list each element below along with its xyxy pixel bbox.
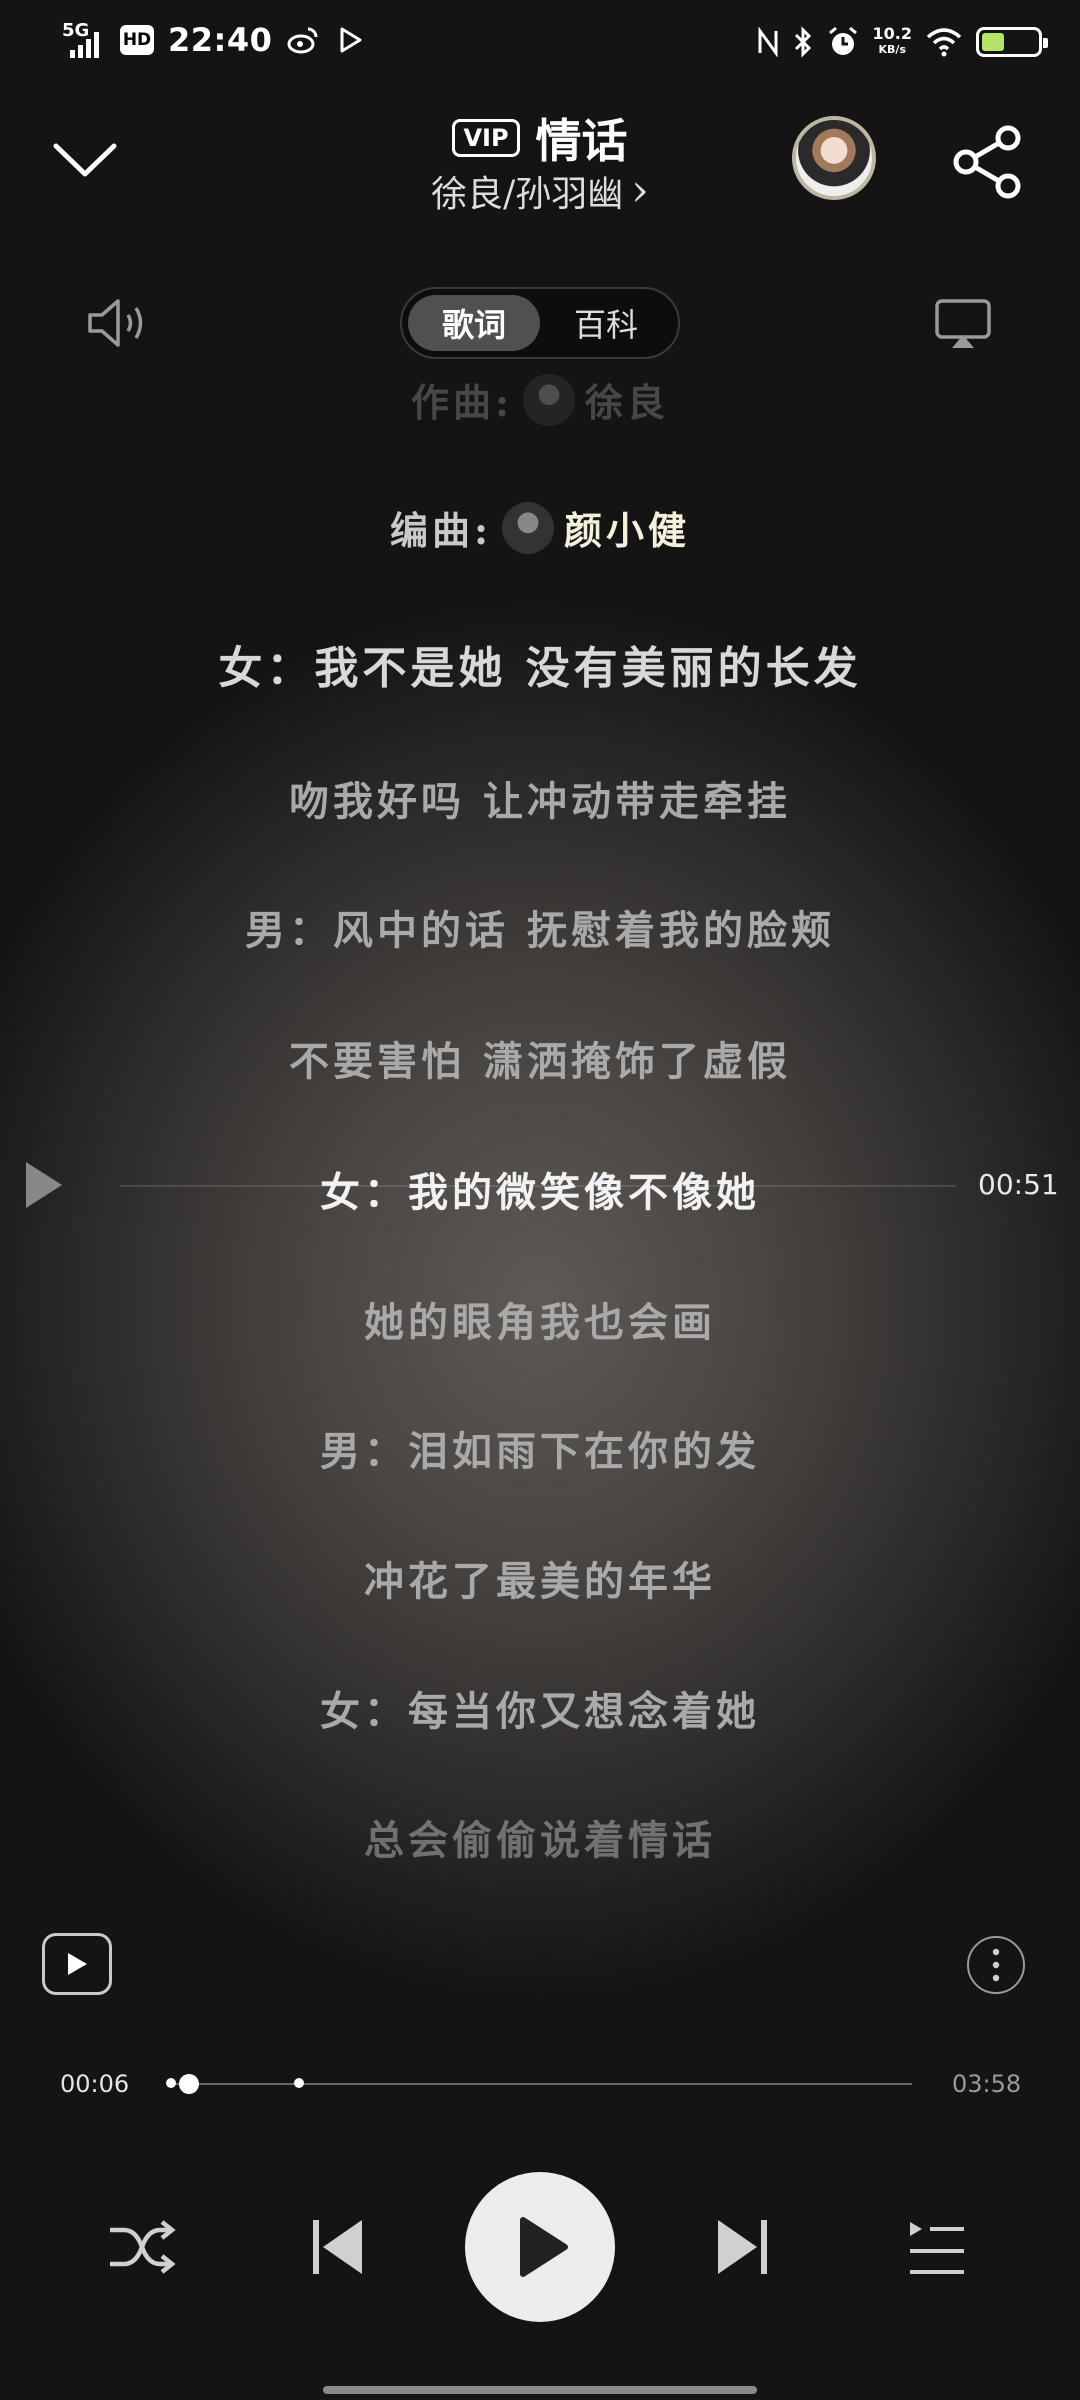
status-time: 22:40 [168,21,273,59]
artist-names: 徐良/孙羽幽 [431,174,624,215]
arranger-label: 编曲: [389,508,492,553]
airplay-icon[interactable] [934,298,992,352]
shuffle-icon[interactable] [106,2216,176,2278]
composer-credit: 作曲: 徐良 [0,372,1080,427]
lyrics-tabs: 歌词 百科 [400,287,680,359]
duration-time: 03:58 [952,2070,1022,2098]
share-icon[interactable] [950,124,1026,200]
arranger-avatar[interactable] [502,501,554,554]
tab-lyrics-label: 歌词 [441,306,506,344]
play-icon [68,1953,87,1975]
hd-icon: HD [120,25,154,55]
tab-encyclopedia-label: 百科 [573,306,638,344]
arranger-credit: 编曲: 颜小健 [0,500,1080,555]
highlight-marker[interactable] [294,2078,304,2088]
bluetooth-icon [794,26,811,58]
lyric-line[interactable]: 她的眼角我也会画 [0,1290,1080,1348]
progress-bar[interactable] [170,2083,912,2085]
lyric-line[interactable]: 不要害怕 潇洒掩饰了虚假 [0,1029,1080,1087]
tab-encyclopedia[interactable]: 百科 [540,295,672,351]
alarm-icon [828,26,857,55]
elapsed-time: 00:06 [60,2070,130,2098]
lyric-line[interactable]: 女：我不是她 没有美丽的长发 [0,632,1080,696]
volume-icon[interactable] [86,293,152,353]
status-right: 10.2 KB/s [757,22,1048,62]
weibo-icon [287,27,318,54]
song-title-row: VIP 情话 [0,105,1080,171]
music-video-button[interactable] [42,1933,112,1995]
more-vertical-icon [992,1948,1000,1982]
next-track-icon[interactable] [714,2216,770,2278]
hd-label: HD [122,30,152,50]
artist-link[interactable]: 徐良/孙羽幽 › [0,165,1080,217]
speed-value: 10.2 [872,24,912,43]
lyric-line-current[interactable]: 女：我的微笑像不像她 [0,1160,1080,1218]
speed-unit: KB/s [878,43,906,56]
more-options-button[interactable] [967,1936,1025,1994]
tab-lyrics[interactable]: 歌词 [408,295,540,351]
user-avatar[interactable] [792,116,876,200]
progress-knob[interactable] [178,2074,199,2094]
lyric-line[interactable]: 总会偷偷说着情话 [0,1808,1080,1866]
lyric-line[interactable]: 吻我好吗 让冲动带走牵挂 [0,769,1080,827]
seek-time: 00:51 [978,1168,1059,1201]
home-indicator[interactable] [323,2386,757,2394]
chevron-right-icon: › [631,165,649,216]
nfc-icon [758,27,778,57]
vip-badge: VIP [452,119,520,157]
status-left: 5G HD 22:40 [62,18,364,62]
play-icon [520,2217,568,2277]
lyric-line[interactable]: 男：泪如雨下在你的发 [0,1419,1080,1477]
battery-icon [976,27,1048,57]
playlist-icon[interactable] [906,2218,968,2278]
lyric-line[interactable]: 男：风中的话 抚慰着我的脸颊 [0,898,1080,956]
lyric-line[interactable]: 冲花了最美的年华 [0,1549,1080,1607]
previous-track-icon[interactable] [310,2216,366,2278]
composer-avatar[interactable] [523,373,575,426]
arranger-name[interactable]: 颜小健 [564,500,690,555]
composer-label: 作曲: [410,380,513,425]
lyric-line[interactable]: 女：每当你又想念着她 [0,1679,1080,1737]
signal-icon: 5G [62,20,106,60]
network-speed: 10.2 KB/s [873,26,912,58]
play-button[interactable] [465,2172,615,2322]
song-title: 情话 [535,114,628,168]
progress-start-dot [166,2078,176,2088]
composer-name[interactable]: 徐良 [585,372,669,427]
play-store-icon [340,27,362,53]
status-bar: 5G HD 22:40 10.2 KB/s [0,0,1080,80]
wifi-icon [926,28,962,57]
